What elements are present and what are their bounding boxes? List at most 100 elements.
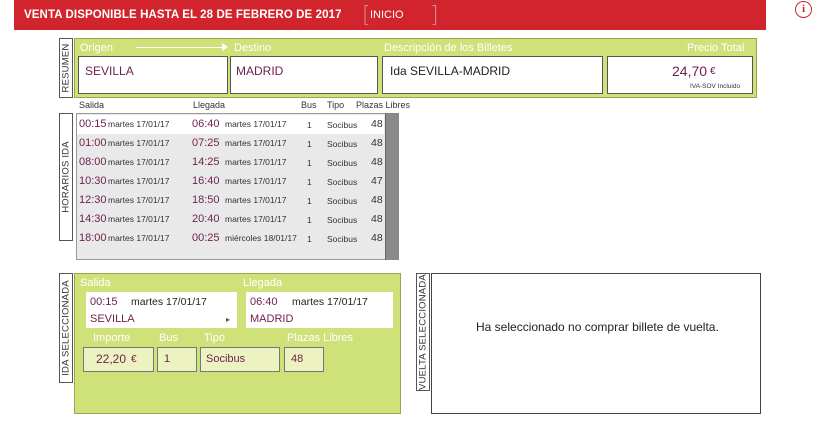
- bus-value: 1: [164, 353, 171, 365]
- row-llegada-time: 16:40: [192, 175, 220, 187]
- row-salida-time: 08:00: [79, 156, 107, 168]
- row-llegada-time: 06:40: [192, 118, 220, 130]
- row-salida-time: 14:30: [79, 213, 107, 225]
- schedule-row[interactable]: 08:00 martes 17/01/17 14:25 martes 17/01/17…: [77, 153, 384, 172]
- row-tipo: Socibus: [327, 120, 358, 130]
- row-salida-date: martes 17/01/17: [108, 138, 170, 148]
- descripcion-field: Ida SEVILLA-MADRID: [382, 56, 603, 94]
- origen-field: SEVILLA: [78, 56, 228, 94]
- plazas-libres-label: Plazas Libres: [287, 332, 354, 344]
- horarios-ida-tab-label: HORARIOS IDA: [60, 141, 72, 213]
- ida-llegada-date: martes 17/01/17: [292, 296, 368, 308]
- col-tipo: Tipo: [327, 100, 345, 110]
- ida-seleccionada-tab-label: IDA SELECCIONADA: [60, 280, 72, 376]
- precio-currency: €: [710, 66, 716, 77]
- precio-total-label: Precio Total: [687, 42, 745, 54]
- tipo-value: Socibus: [206, 353, 246, 365]
- row-llegada-time: 00:25: [192, 232, 220, 244]
- row-llegada-date: martes 17/01/17: [225, 138, 287, 148]
- row-plazas: 48: [371, 137, 383, 149]
- row-tipo: Socibus: [327, 234, 358, 244]
- row-salida-date: martes 17/01/17: [108, 214, 170, 224]
- row-plazas: 48: [371, 194, 383, 206]
- tipo-label: Tipo: [204, 332, 225, 344]
- precio-total-field: 24,70 € IVA-SOV Incluido: [607, 56, 753, 94]
- resumen-tab: RESUMEN: [59, 38, 73, 98]
- row-llegada-time: 20:40: [192, 213, 220, 225]
- vuelta-message: Ha seleccionado no comprar billete de vu…: [476, 320, 719, 334]
- schedule-row[interactable]: 00:15 martes 17/01/17 06:40 martes 17/01/17…: [77, 115, 384, 134]
- bracket-right-icon: ]: [430, 3, 439, 28]
- schedule-row[interactable]: 01:00 martes 17/01/17 07:25 martes 17/01/17…: [77, 134, 384, 153]
- col-llegada: Llegada: [193, 100, 226, 110]
- ida-salida-card: 00:15 martes 17/01/17 SEVILLA ▸: [86, 292, 237, 328]
- info-icon[interactable]: i: [795, 1, 812, 18]
- ida-salida-city: SEVILLA: [90, 313, 135, 325]
- vuelta-seleccionada-tab: VUELTA SELECCIONADA: [416, 273, 430, 391]
- sale-availability-title: VENTA DISPONIBLE HASTA EL 28 DE FEBRERO …: [24, 9, 342, 21]
- vuelta-seleccionada-tab-label: VUELTA SELECCIONADA: [417, 274, 429, 390]
- row-llegada-date: martes 17/01/17: [225, 214, 287, 224]
- origen-value: SEVILLA: [85, 64, 134, 78]
- destino-value: MADRID: [236, 64, 284, 78]
- destino-label: Destino: [234, 42, 272, 54]
- row-salida-date: martes 17/01/17: [108, 119, 170, 129]
- tipo-field: Socibus: [200, 347, 280, 372]
- row-plazas: 48: [371, 156, 383, 168]
- row-bus: 1: [307, 120, 312, 130]
- row-llegada-date: martes 17/01/17: [225, 119, 287, 129]
- horarios-ida-tab: HORARIOS IDA: [59, 113, 73, 241]
- row-llegada-time: 14:25: [192, 156, 220, 168]
- row-bus: 1: [307, 158, 312, 168]
- row-salida-time: 01:00: [79, 137, 107, 149]
- row-plazas: 47: [371, 175, 383, 187]
- row-salida-time: 12:30: [79, 194, 107, 206]
- importe-label: Importe: [93, 332, 131, 344]
- row-plazas: 48: [371, 232, 383, 244]
- schedule-row[interactable]: 12:30 martes 17/01/17 18:50 martes 17/01/17…: [77, 191, 384, 210]
- schedule-row[interactable]: 18:00 martes 17/01/17 00:25 miércoles 18/01…: [77, 229, 384, 248]
- col-salida: Salida: [79, 100, 105, 110]
- row-tipo: Socibus: [327, 196, 358, 206]
- row-salida-time: 00:15: [79, 118, 107, 130]
- row-plazas: 48: [371, 118, 383, 130]
- plazas-value: 48: [291, 353, 304, 365]
- ida-salida-date: martes 17/01/17: [131, 296, 207, 308]
- inicio-button[interactable]: INICIO: [370, 9, 404, 21]
- resumen-tab-label: RESUMEN: [60, 43, 72, 93]
- descripcion-label: Descripción de los Billetes: [384, 42, 513, 54]
- row-tipo: Socibus: [327, 158, 358, 168]
- vuelta-seleccionada-panel: Ha seleccionado no comprar billete de vu…: [431, 273, 761, 414]
- ida-salida-time: 00:15: [90, 296, 118, 308]
- row-salida-time: 10:30: [79, 175, 107, 187]
- descripcion-value: Ida SEVILLA-MADRID: [390, 64, 511, 78]
- ida-seleccionada-tab: IDA SELECCIONADA: [59, 273, 73, 383]
- plazas-field: 48: [284, 347, 324, 372]
- row-plazas: 48: [371, 213, 383, 225]
- precio-total-value: 24,70: [672, 63, 708, 79]
- row-salida-date: martes 17/01/17: [108, 157, 170, 167]
- row-salida-date: martes 17/01/17: [108, 176, 170, 186]
- row-tipo: Socibus: [327, 215, 358, 225]
- col-plazas: Plazas Libres: [356, 100, 411, 110]
- ida-llegada-city: MADRID: [250, 313, 294, 325]
- origen-label: Origen: [80, 42, 114, 54]
- ida-llegada-card: 06:40 martes 17/01/17 MADRID: [246, 292, 393, 328]
- row-bus: 1: [307, 139, 312, 149]
- destino-field: MADRID: [230, 56, 378, 94]
- row-salida-time: 18:00: [79, 232, 107, 244]
- row-tipo: Socibus: [327, 177, 358, 187]
- bus-field: 1: [157, 347, 197, 372]
- bus-label: Bus: [159, 332, 178, 344]
- importe-field: 22,20 €: [83, 347, 154, 372]
- row-bus: 1: [307, 215, 312, 225]
- schedule-row[interactable]: 14:30 martes 17/01/17 20:40 martes 17/01/17…: [77, 210, 384, 229]
- schedule-scrollbar[interactable]: [385, 113, 399, 260]
- row-llegada-date: martes 17/01/17: [225, 195, 287, 205]
- schedule-row[interactable]: 10:30 martes 17/01/17 16:40 martes 17/01/17…: [77, 172, 384, 191]
- row-salida-date: martes 17/01/17: [108, 233, 170, 243]
- ida-llegada-label: Llegada: [243, 277, 283, 289]
- row-bus: 1: [307, 196, 312, 206]
- row-tipo: Socibus: [327, 139, 358, 149]
- row-llegada-date: miércoles 18/01/17: [225, 233, 297, 243]
